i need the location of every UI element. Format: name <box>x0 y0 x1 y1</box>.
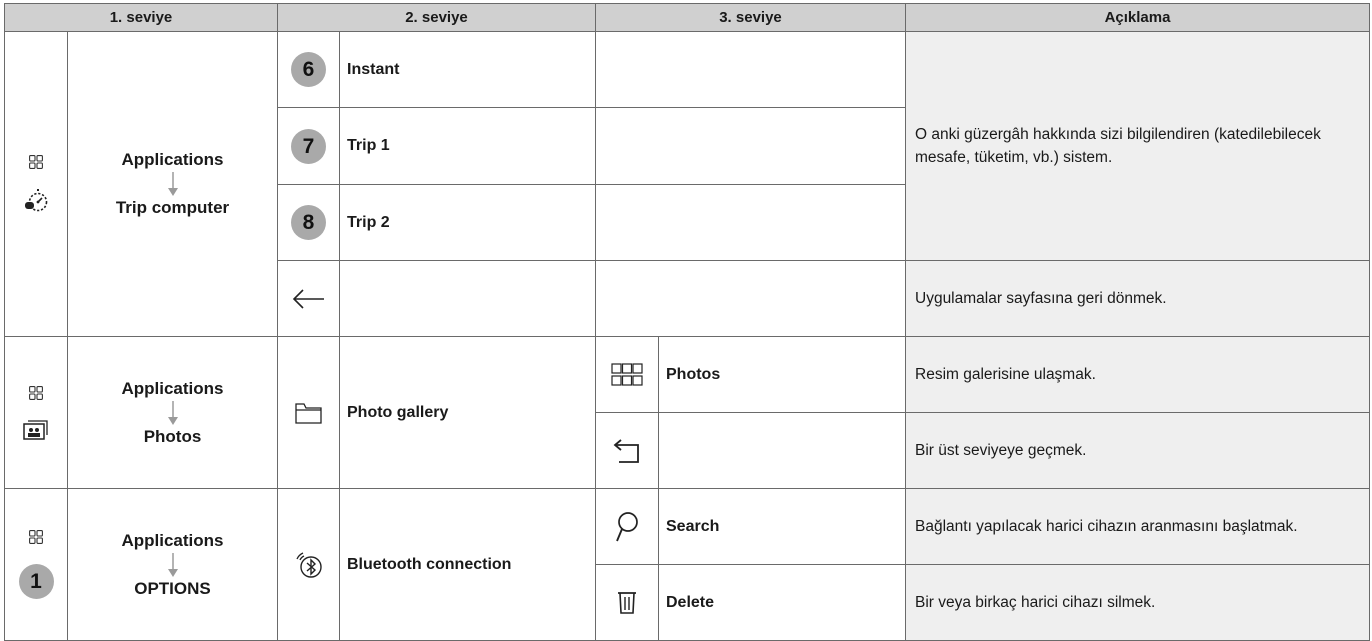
apps-grid-icon <box>29 155 43 169</box>
header-level2: 2. seviye <box>277 3 596 32</box>
options-level1-path: Applications OPTIONS <box>67 488 278 641</box>
number-badge: 6 <box>291 52 326 87</box>
level1-applications-label: Applications <box>121 150 224 169</box>
apps-grid-icon <box>29 530 43 544</box>
back-arrow-icon[interactable] <box>292 288 326 309</box>
photo-gallery-icon-cell[interactable] <box>277 336 340 489</box>
delete-description: Bir veya birkaç harici cihazı silmek. <box>905 564 1370 641</box>
level1-options-label: OPTIONS <box>134 578 211 598</box>
photos-level1-path: Applications Photos <box>67 336 278 489</box>
trip-item-number-cell: 7 <box>277 107 340 185</box>
number-badge: 1 <box>18 564 54 599</box>
level1-applications-label: Applications <box>121 378 224 398</box>
trip-item-number-cell: 8 <box>277 184 340 261</box>
search-icon-cell[interactable] <box>595 488 659 565</box>
header-row: 1. seviye 2. seviye 3. seviye Açıklama <box>4 3 1370 32</box>
menu-item-delete[interactable]: Delete <box>658 564 906 641</box>
level3-empty-cell <box>595 107 906 185</box>
table-row: Applications Photos Photo gallery Photos… <box>4 336 1370 489</box>
photos-level1-icons <box>4 336 68 489</box>
table-row: 1 Applications OPTIONS Bluetooth connect… <box>4 488 1370 641</box>
level1-applications-label: Applications <box>121 530 224 550</box>
up-level-description: Bir üst seviyeye geçmek. <box>905 412 1370 489</box>
menu-item-bluetooth-connection[interactable]: Bluetooth connection <box>339 488 596 641</box>
trip-item-number-cell: 6 <box>277 31 340 108</box>
arrow-down-icon <box>167 552 178 577</box>
level1-photos-label: Photos <box>143 426 202 446</box>
grid-view-icon-cell[interactable] <box>595 336 659 413</box>
menu-item-search[interactable]: Search <box>658 488 906 565</box>
level3-empty-cell <box>658 412 906 489</box>
level3-empty-cell <box>595 31 906 108</box>
apps-grid-icon <box>29 385 43 400</box>
grid-view-icon[interactable] <box>611 362 643 387</box>
photos-app-icon <box>23 419 48 440</box>
bluetooth-icon[interactable] <box>294 550 324 580</box>
header-description: Açıklama <box>905 3 1370 32</box>
delete-icon-cell[interactable] <box>595 564 659 641</box>
return-icon-cell[interactable] <box>595 412 659 489</box>
back-cell[interactable] <box>277 260 340 337</box>
menu-item-photos[interactable]: Photos <box>658 336 906 413</box>
trash-icon[interactable] <box>617 591 637 615</box>
level3-empty-cell <box>595 260 906 337</box>
menu-item-trip-2[interactable]: Trip 2 <box>339 184 596 261</box>
trip-level1-icons <box>4 31 68 337</box>
header-level1: 1. seviye <box>4 3 278 32</box>
level3-empty-cell <box>595 184 906 261</box>
trip-level1-path: Applications Trip computer <box>67 31 278 337</box>
menu-item-instant[interactable]: Instant <box>339 31 596 108</box>
menu-item-photo-gallery[interactable]: Photo gallery <box>339 336 596 489</box>
header-level3: 3. seviye <box>595 3 906 32</box>
table-row: Applications Trip computer 6 Instant O a… <box>4 31 1370 337</box>
menu-item-trip-1[interactable]: Trip 1 <box>339 107 596 185</box>
options-level1-icons: 1 <box>4 488 68 641</box>
menu-structure-table: 1. seviye 2. seviye 3. seviye Açıklama A… <box>4 3 1370 641</box>
return-up-icon[interactable] <box>612 438 642 464</box>
trip-computer-icon <box>25 189 48 212</box>
level2-empty-cell <box>339 260 596 337</box>
trip-description: O anki güzergâh hakkında sizi bilgilendi… <box>905 31 1370 261</box>
search-description: Bağlantı yapılacak harici cihazın aranma… <box>905 488 1370 565</box>
back-description: Uygulamalar sayfasına geri dönmek. <box>905 260 1370 337</box>
arrow-down-icon <box>167 400 178 425</box>
bluetooth-icon-cell[interactable] <box>277 488 340 641</box>
number-badge: 7 <box>291 128 326 164</box>
number-badge: 8 <box>291 205 326 240</box>
folder-icon[interactable] <box>294 401 324 425</box>
arrow-down-icon <box>167 172 178 196</box>
level1-trip-computer-label: Trip computer <box>115 198 230 217</box>
search-icon[interactable] <box>615 511 639 543</box>
photos-description: Resim galerisine ulaşmak. <box>905 336 1370 413</box>
